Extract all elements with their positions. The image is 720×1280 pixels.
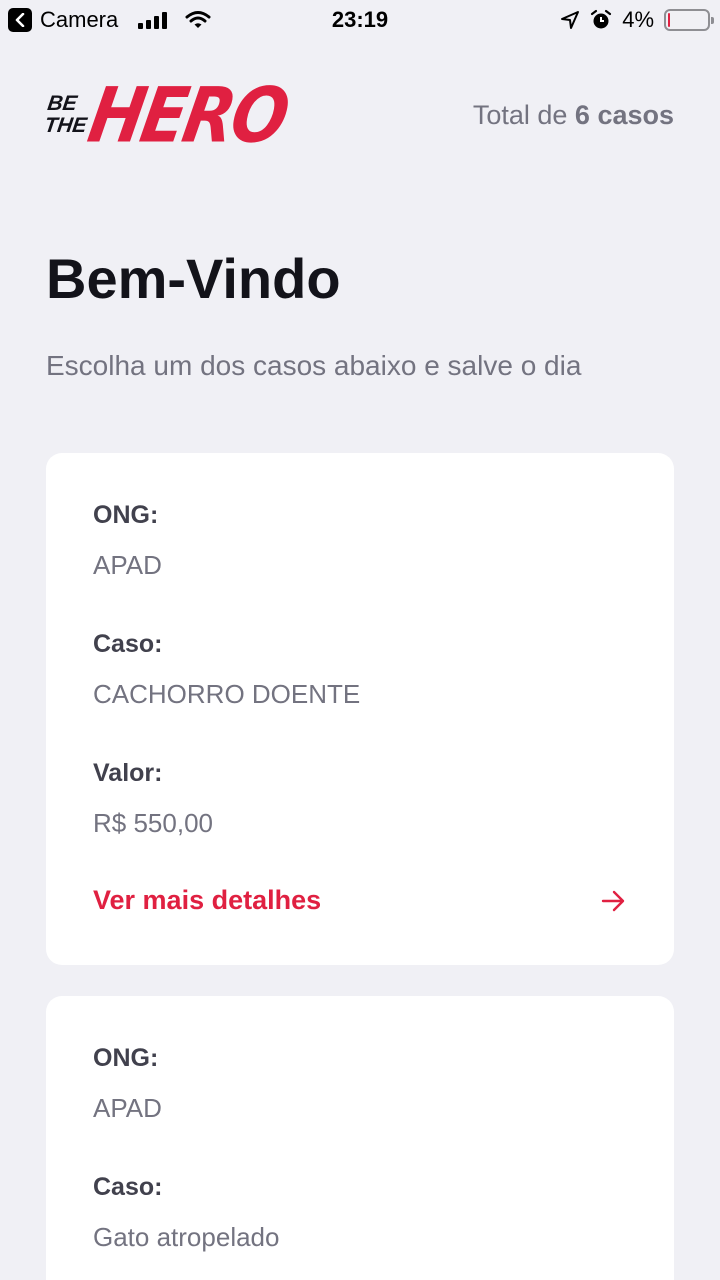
- arrow-right-icon: [601, 890, 625, 911]
- status-bar: Camera 23:19 4%: [0, 0, 720, 40]
- incident-card: ONG: APAD Caso: Gato atropelado: [46, 996, 674, 1280]
- page-title: Bem-Vindo: [46, 247, 341, 310]
- caso-label: Caso:: [93, 630, 163, 658]
- chevron-left-icon: [15, 13, 25, 27]
- logo-be-text: BE: [46, 92, 79, 115]
- be-the-hero-logo: BE THE HERO: [42, 71, 293, 160]
- total-cases: Total de 6 casos: [473, 100, 674, 131]
- ong-value: APAD: [93, 550, 162, 580]
- battery-icon: [664, 9, 714, 31]
- header: BE THE HERO Total de 6 casos: [42, 71, 674, 160]
- valor-label: Valor:: [93, 759, 163, 787]
- valor-value: R$ 550,00: [93, 808, 213, 838]
- alarm-clock-icon: [591, 9, 612, 29]
- wifi-icon: [185, 11, 211, 28]
- ong-label: ONG:: [93, 1044, 159, 1072]
- see-details-button[interactable]: Ver mais detalhes: [93, 885, 627, 916]
- caso-value: Gato atropelado: [93, 1222, 280, 1252]
- ong-value: APAD: [93, 1093, 162, 1123]
- logo-the-text: THE: [42, 114, 89, 137]
- see-details-label: Ver mais detalhes: [93, 885, 322, 915]
- logo-hero-text: HERO: [82, 70, 294, 160]
- caso-label: Caso:: [93, 1173, 163, 1201]
- page-subtitle: Escolha um dos casos abaixo e salve o di…: [46, 350, 582, 381]
- total-prefix: Total de: [472, 99, 575, 130]
- incident-card: ONG: APAD Caso: CACHORRO DOENTE Valor: R…: [46, 453, 674, 965]
- ong-label: ONG:: [93, 501, 159, 529]
- total-count: 6 casos: [574, 99, 674, 130]
- location-arrow-icon: [561, 11, 580, 29]
- battery-percent: 4%: [622, 7, 654, 32]
- caso-value: CACHORRO DOENTE: [93, 679, 361, 709]
- back-app-label[interactable]: Camera: [40, 7, 118, 33]
- cellular-signal-icon: [138, 11, 168, 29]
- back-to-app-button[interactable]: [8, 8, 32, 32]
